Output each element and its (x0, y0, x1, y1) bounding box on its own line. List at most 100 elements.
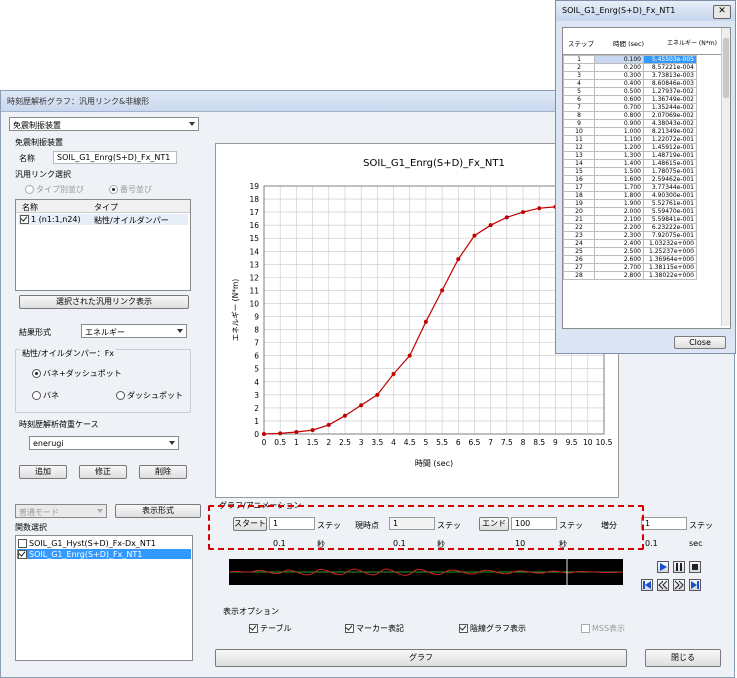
table-row[interactable]: 17 1.700 3.77344e-001 (563, 183, 697, 192)
hidden-line-checkbox[interactable]: 陰線グラフ表示 (459, 623, 526, 634)
scrollbar-thumb[interactable] (723, 38, 729, 98)
series-line (263, 205, 566, 435)
step-cell: 25 (563, 247, 595, 256)
fast-forward-icon (674, 580, 684, 590)
link-list[interactable]: 名称 タイプ 1 (n1:1,n24) 粘性/オイルダンパー (15, 199, 191, 291)
table-row[interactable]: 2 0.200 8.57221e-004 (563, 63, 697, 72)
time-cell: 0.600 (594, 95, 644, 104)
list-item-selected[interactable]: SOIL_G1_Enrg(S+D)_Fx_NT1 (17, 549, 191, 559)
close-icon[interactable]: ✕ (713, 5, 731, 19)
marker-checkbox[interactable]: マーカー表記 (345, 623, 404, 634)
vertical-scrollbar[interactable] (721, 28, 730, 326)
x-tick-label: 10.5 (596, 438, 613, 447)
close-button[interactable]: 閉じる (645, 649, 721, 667)
table-row[interactable]: 5 0.500 1.27937e-002 (563, 87, 697, 96)
checkbox-icon[interactable] (249, 624, 258, 633)
radio-spring[interactable]: バネ (32, 390, 59, 401)
delete-button[interactable]: 削除 (139, 465, 187, 479)
checkbox-icon[interactable] (345, 624, 354, 633)
checkbox-icon[interactable] (18, 550, 27, 559)
checkbox-icon[interactable] (581, 624, 590, 633)
table-row[interactable]: 26 2.600 1.36964e+000 (563, 255, 697, 264)
modify-button[interactable]: 修正 (79, 465, 127, 479)
table-row[interactable]: 11 1.100 1.22072e-001 (563, 135, 697, 144)
table-checkbox[interactable]: テーブル (249, 623, 292, 634)
name-label: 名称 (19, 154, 35, 163)
energy-cell: 4.38043e-002 (643, 119, 697, 128)
table-row[interactable]: 21 2.100 5.59841e-001 (563, 215, 697, 224)
table-row[interactable]: 25 2.500 1.25237e+000 (563, 247, 697, 256)
show-link-button[interactable]: 選択された汎用リンク表示 (19, 295, 189, 309)
table-row[interactable]: 16 1.600 2.59462e-001 (563, 175, 697, 184)
table-row[interactable]: 15 1.500 1.78075e-001 (563, 167, 697, 176)
radio-spring-dashpot[interactable]: バネ+ダッシュポット (32, 368, 122, 379)
energy-cell: 7.92075e-001 (643, 231, 697, 240)
checkbox-icon[interactable] (20, 215, 29, 224)
checkbox-icon[interactable] (18, 539, 27, 548)
result-format-select[interactable]: エネルギー (81, 324, 187, 338)
first-frame-button[interactable] (641, 579, 653, 591)
energy-cell: 8.57221e-004 (643, 63, 697, 72)
checkbox-icon[interactable] (459, 624, 468, 633)
display-format-button[interactable]: 表示形式 (115, 504, 201, 518)
waveform-preview[interactable] (229, 559, 623, 585)
mss-checkbox[interactable]: MSS表示 (581, 623, 625, 634)
device-type-select[interactable]: 免震制振装置 (9, 117, 199, 131)
damper-label: 粘性/オイルダンパー：Fx (20, 348, 117, 359)
table-row[interactable]: 3 0.300 3.73813e-003 (563, 71, 697, 80)
time-cell: 2.800 (594, 271, 644, 280)
increment-step-field[interactable]: 1 (641, 517, 687, 530)
time-cell: 1.900 (594, 199, 644, 208)
table-row[interactable]: 28 2.800 1.38022e+000 (563, 271, 697, 280)
time-cell: 1.000 (594, 127, 644, 136)
table-row[interactable]: 10 1.000 8.21349e-002 (563, 127, 697, 136)
energy-cell: 1.27937e-002 (643, 87, 697, 96)
table-row[interactable]: 12 1.200 1.45912e-001 (563, 143, 697, 152)
step-forward-button[interactable] (673, 579, 685, 591)
display-options-label: 表示オプション (223, 607, 279, 616)
table-row[interactable]: 8 0.800 2.07069e-002 (563, 111, 697, 120)
table-row[interactable]: 6 0.600 1.36749e-002 (563, 95, 697, 104)
table-row[interactable]: 1 0.100 5.45503e-005 (563, 55, 697, 64)
table-row[interactable]: 19 1.900 5.52761e-001 (563, 199, 697, 208)
table-row[interactable]: 27 2.700 1.38115e+000 (563, 263, 697, 272)
play-button[interactable] (657, 561, 669, 573)
popup-close-button[interactable]: Close (674, 336, 726, 349)
table-row[interactable]: 18 1.800 4.90300e-001 (563, 191, 697, 200)
table-row[interactable]: 23 2.300 7.92075e-001 (563, 231, 697, 240)
energy-cell: 1.45912e-001 (643, 143, 697, 152)
mode-select[interactable]: 普通モード (15, 504, 107, 518)
energy-cell: 1.48719e-001 (643, 151, 697, 160)
step-cell: 3 (563, 71, 595, 80)
popup-titlebar: SOIL_G1_Enrg(S+D)_Fx_NT1 ✕ (556, 1, 735, 21)
data-table[interactable]: ステップ 時間 (sec) エネルギー (N*m) 1 0.100 5.45503e… (562, 27, 731, 329)
time-cell: 0.500 (594, 87, 644, 96)
add-button[interactable]: 追加 (19, 465, 67, 479)
name-field[interactable]: SOIL_G1_Enrg(S+D)_Fx_NT1 (53, 151, 177, 164)
table-row[interactable]: 20 2.000 5.59470e-001 (563, 207, 697, 216)
stop-button[interactable] (689, 561, 701, 573)
graph-button[interactable]: グラフ (215, 649, 627, 667)
table-row[interactable]: 24 2.400 1.03232e+000 (563, 239, 697, 248)
table-row[interactable]: 22 2.200 6.23222e-001 (563, 223, 697, 232)
x-tick-label: 1.5 (307, 438, 319, 447)
table-row[interactable]: 14 1.400 1.48615e-001 (563, 159, 697, 168)
table-row[interactable]: 7 0.700 1.35244e-002 (563, 103, 697, 112)
x-tick-label: 9 (553, 438, 558, 447)
list-item[interactable]: 1 (n1:1,n24) 粘性/オイルダンパー (18, 214, 188, 225)
list-item[interactable]: SOIL_G1_Hyst(S+D)_Fx-Dx_NT1 (18, 539, 156, 548)
step-back-button[interactable] (657, 579, 669, 591)
table-row[interactable]: 4 0.400 8.60846e-003 (563, 79, 697, 88)
radio-number-order[interactable]: 番号並び (109, 184, 152, 195)
energy-cell: 1.25237e+000 (643, 247, 697, 256)
load-case-select[interactable]: enerugi (29, 436, 179, 450)
pause-button[interactable] (673, 561, 685, 573)
table-row[interactable]: 9 0.900 4.38043e-002 (563, 119, 697, 128)
table-row[interactable]: 13 1.300 1.48719e-001 (563, 151, 697, 160)
skip-first-icon (643, 581, 651, 589)
radio-dashpot[interactable]: ダッシュポット (116, 390, 183, 401)
function-list[interactable]: SOIL_G1_Hyst(S+D)_Fx-Dx_NT1 SOIL_G1_Enrg… (15, 535, 193, 661)
last-frame-button[interactable] (689, 579, 701, 591)
radio-type-order[interactable]: タイプ別並び (25, 184, 84, 195)
x-tick-label: 0 (262, 438, 267, 447)
